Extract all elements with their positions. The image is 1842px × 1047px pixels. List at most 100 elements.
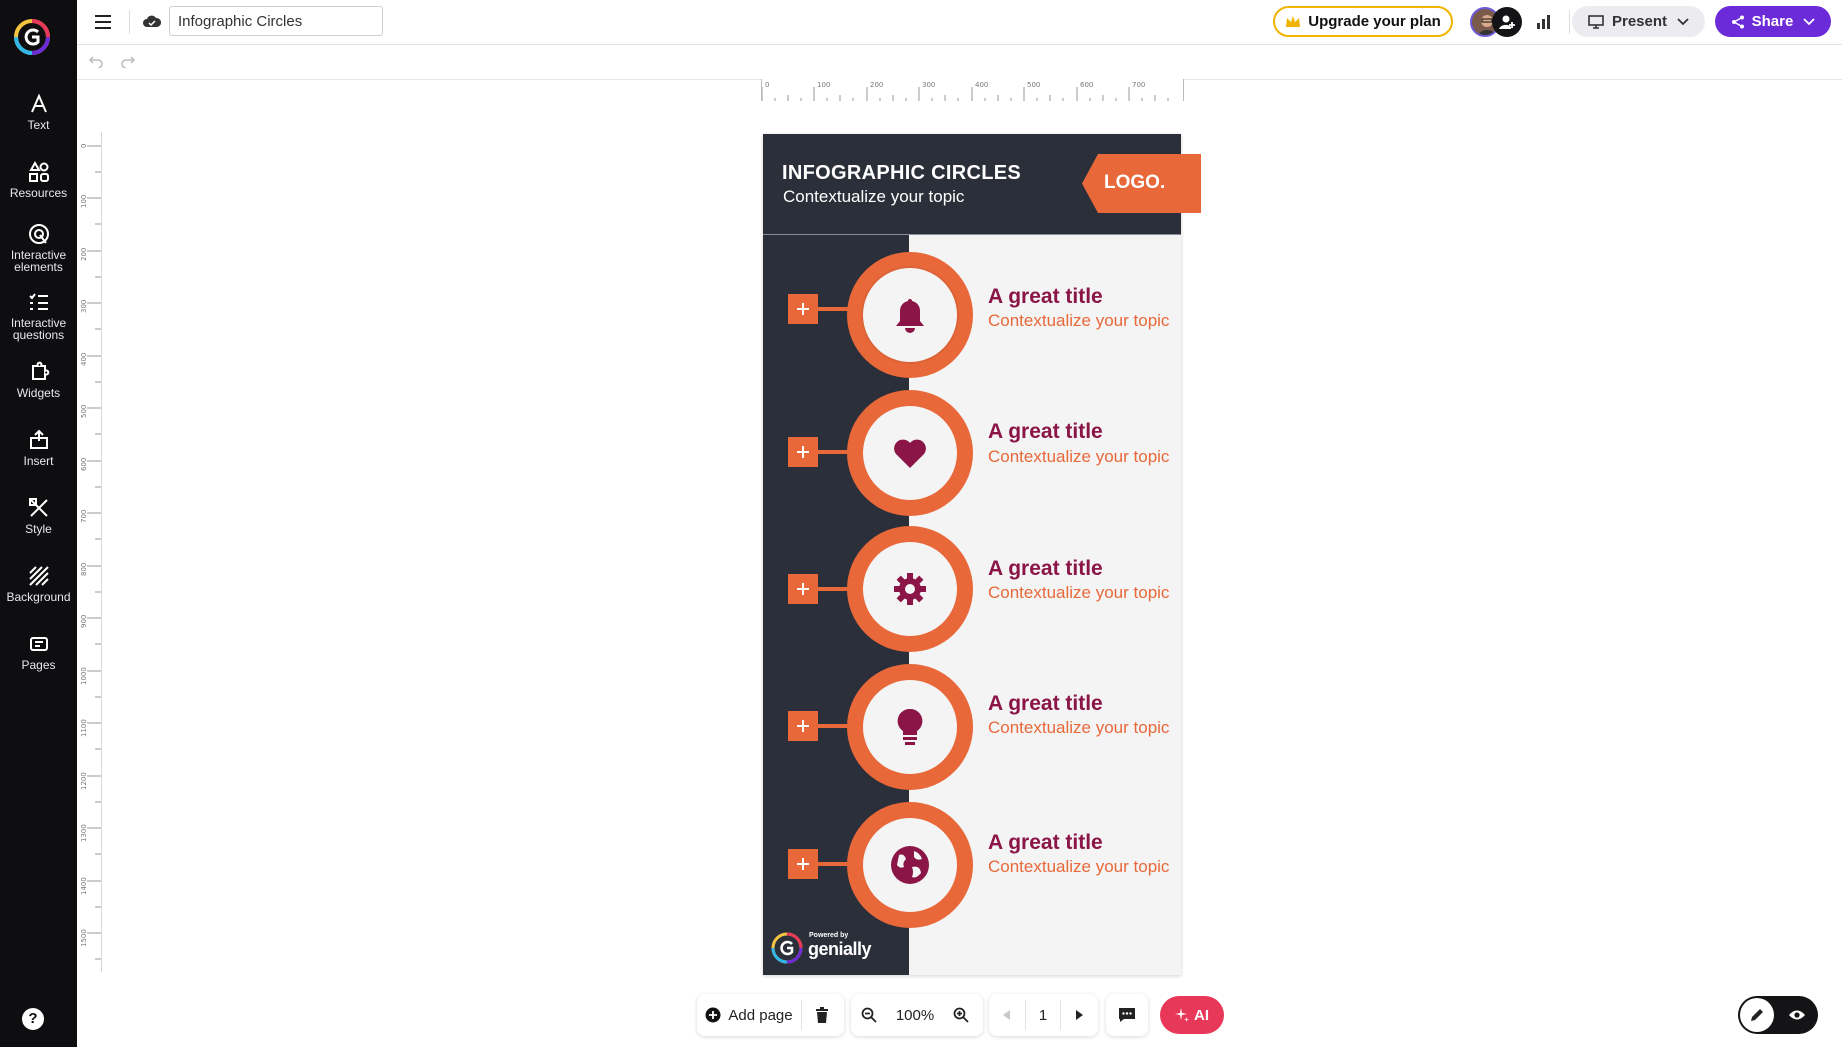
- zoom-out-button[interactable]: [851, 994, 887, 1036]
- ruler-label: 1000: [80, 667, 88, 685]
- interactive-elements-icon: [28, 224, 49, 244]
- expand-button[interactable]: [788, 294, 818, 324]
- row-title[interactable]: A great title: [988, 557, 1103, 581]
- sidebar-item-resources[interactable]: Resources: [0, 160, 77, 199]
- add-page-button[interactable]: Add page: [697, 994, 801, 1036]
- undo-button[interactable]: [85, 51, 107, 73]
- toolbar-divider: [129, 10, 130, 34]
- background-icon: [28, 566, 49, 586]
- menu-button[interactable]: [91, 10, 115, 34]
- sidebar-item-label: Resources: [9, 186, 68, 200]
- ai-label: AI: [1194, 1006, 1209, 1024]
- genially-logo[interactable]: [13, 18, 51, 56]
- zoom-in-button[interactable]: [943, 994, 979, 1036]
- ruler-label: 0: [80, 143, 88, 148]
- zoom-in-icon: [953, 1007, 969, 1023]
- ruler-label: 400: [80, 352, 88, 366]
- ruler-label: 900: [80, 614, 88, 628]
- ruler-label: 1400: [80, 877, 88, 895]
- horizontal-ruler: 0 100 200 300 400 500 600 700: [761, 79, 1184, 101]
- slide[interactable]: INFOGRAPHIC CIRCLES Contextualize your t…: [763, 134, 1201, 975]
- icon-circle: [847, 526, 973, 652]
- sidebar-item-label: Style: [25, 522, 52, 536]
- slide-title[interactable]: INFOGRAPHIC CIRCLES: [782, 162, 1021, 185]
- sidebar-item-background[interactable]: Background: [0, 564, 77, 603]
- sidebar-item-style[interactable]: Style: [0, 496, 77, 535]
- resources-icon: [28, 160, 49, 182]
- upgrade-plan-label: Upgrade your plan: [1308, 13, 1441, 30]
- sidebar-item-pages[interactable]: Pages: [0, 632, 77, 671]
- plus-icon: [797, 446, 809, 458]
- row-title[interactable]: A great title: [988, 831, 1103, 855]
- preview-mode-button[interactable]: [1780, 998, 1814, 1032]
- ruler-label: 700: [1132, 81, 1146, 89]
- connector-line: [818, 862, 848, 866]
- icon-circle: [847, 664, 973, 790]
- ruler-label: 300: [80, 299, 88, 313]
- edit-mode-button[interactable]: [1740, 998, 1774, 1032]
- icon-circle: [847, 802, 973, 928]
- expand-button[interactable]: [788, 574, 818, 604]
- icon-circle: [847, 252, 973, 378]
- page-navigation: 1: [989, 994, 1098, 1036]
- ruler-label: 500: [1027, 81, 1041, 89]
- invite-collaborator-button[interactable]: [1492, 7, 1522, 37]
- undo-icon: [89, 56, 103, 68]
- logo-badge[interactable]: LOGO.: [1082, 154, 1201, 213]
- expand-button[interactable]: [788, 711, 818, 741]
- sidebar-item-label: Widgets: [16, 386, 61, 400]
- sidebar-item-widgets[interactable]: Widgets: [0, 360, 77, 399]
- row-subtitle[interactable]: Contextualize your topic: [988, 857, 1169, 877]
- delete-page-button[interactable]: [802, 994, 842, 1036]
- zoom-out-icon: [861, 1007, 877, 1023]
- comments-button[interactable]: [1106, 994, 1148, 1036]
- vertical-ruler: 0 100 200 300 400 500 600 700 800 900 10…: [79, 132, 102, 972]
- triangle-left-icon: [1003, 1010, 1010, 1020]
- eye-icon: [1789, 1010, 1805, 1020]
- row-title[interactable]: A great title: [988, 692, 1103, 716]
- ai-button[interactable]: AI: [1160, 996, 1224, 1034]
- sidebar-item-interactive-questions[interactable]: Interactive questions: [0, 290, 77, 341]
- mode-toggle[interactable]: [1738, 996, 1818, 1034]
- analytics-button[interactable]: [1532, 10, 1556, 34]
- ruler-label: 300: [922, 81, 936, 89]
- sidebar-item-label: Interactive questions: [10, 316, 67, 342]
- connector-line: [818, 724, 848, 728]
- row-subtitle[interactable]: Contextualize your topic: [988, 311, 1169, 331]
- upgrade-plan-button[interactable]: Upgrade your plan: [1273, 6, 1453, 37]
- gear-icon: [894, 573, 926, 605]
- pages-icon: [29, 637, 48, 651]
- row-subtitle[interactable]: Contextualize your topic: [988, 583, 1169, 603]
- share-icon: [1731, 15, 1744, 28]
- row-title[interactable]: A great title: [988, 285, 1103, 309]
- list-item: A great title Contextualize your topic: [763, 664, 1181, 794]
- lightbulb-icon: [897, 708, 923, 745]
- help-button[interactable]: ?: [22, 1008, 44, 1030]
- sidebar-item-label: Text: [27, 118, 50, 132]
- previous-page-button[interactable]: [989, 994, 1025, 1036]
- expand-button[interactable]: [788, 849, 818, 879]
- sidebar-item-text[interactable]: Text: [0, 92, 77, 131]
- ruler-label: 600: [80, 457, 88, 471]
- expand-button[interactable]: [788, 437, 818, 467]
- redo-button[interactable]: [117, 51, 139, 73]
- globe-icon: [891, 846, 929, 884]
- page-number[interactable]: 1: [1026, 1007, 1060, 1024]
- watermark-powered-by: Powered by: [809, 932, 849, 939]
- plus-icon: [797, 583, 809, 595]
- zoom-level[interactable]: 100%: [887, 1007, 943, 1024]
- present-button[interactable]: Present: [1572, 6, 1705, 37]
- sidebar-item-insert[interactable]: Insert: [0, 428, 77, 467]
- slide-subtitle[interactable]: Contextualize your topic: [783, 187, 964, 207]
- text-icon: [30, 93, 47, 113]
- row-title[interactable]: A great title: [988, 420, 1103, 444]
- pencil-icon: [1751, 1009, 1763, 1021]
- list-item: A great title Contextualize your topic: [763, 526, 1181, 656]
- sidebar-item-interactive-elements[interactable]: Interactive elements: [0, 222, 77, 273]
- document-title-input[interactable]: [169, 6, 383, 36]
- row-subtitle[interactable]: Contextualize your topic: [988, 447, 1169, 467]
- row-subtitle[interactable]: Contextualize your topic: [988, 718, 1169, 738]
- share-button[interactable]: Share: [1715, 6, 1831, 37]
- next-page-button[interactable]: [1061, 994, 1097, 1036]
- sidebar-item-label: Insert: [23, 454, 54, 468]
